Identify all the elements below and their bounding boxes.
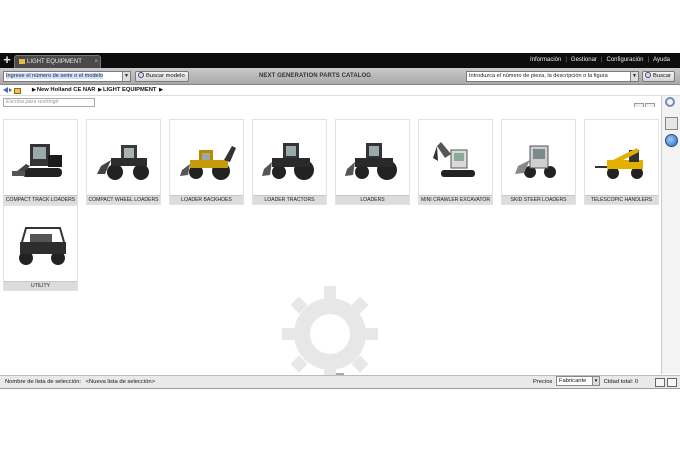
- mini-excavator-icon: [433, 142, 475, 177]
- price-info: Precios Fabricante ▼ Ctdad total: 0: [533, 376, 638, 389]
- side-tool-panel: [661, 96, 680, 374]
- breadcrumb-item-category[interactable]: LIGHT EQUIPMENT: [103, 87, 156, 93]
- tile-label: COMPACT TRACK LOADERS: [4, 195, 77, 204]
- menu-configuracion[interactable]: Configuración: [603, 57, 648, 63]
- search-icon[interactable]: [665, 97, 675, 107]
- tab-light-equipment[interactable]: LIGHT EQUIPMENT ×: [14, 55, 101, 68]
- folder-icon: [19, 59, 25, 64]
- total-quantity: Ctdad total: 0: [603, 379, 639, 385]
- tile-label: UTILITY: [4, 281, 77, 290]
- tile-telescopic-handlers[interactable]: TELESCOPIC HANDLERS: [584, 119, 659, 205]
- tile-compact-track-loaders[interactable]: COMPACT TRACK LOADERS: [3, 119, 78, 205]
- selection-list-info: Nombre de lista de selección: <Nueva lis…: [5, 376, 155, 389]
- compact-wheel-loader-icon: [97, 145, 149, 180]
- close-tab-icon[interactable]: ×: [94, 56, 98, 68]
- chevron-down-icon[interactable]: ▼: [122, 72, 130, 81]
- menu-ayuda[interactable]: Ayuda: [649, 57, 674, 63]
- tile-loader-tractors[interactable]: LOADER TRACTORS: [252, 119, 327, 205]
- selection-list-value[interactable]: <Nueva lista de selección>: [86, 379, 155, 385]
- breadcrumb-item-brand[interactable]: New Holland CE NAR: [37, 87, 96, 93]
- export-icon[interactable]: [655, 378, 665, 387]
- filter-placeholder: Escriba para restringir: [6, 99, 59, 105]
- tile-compact-wheel-loaders[interactable]: COMPACT WHEEL LOADERS: [86, 119, 161, 205]
- selection-list-label: Nombre de lista de selección:: [5, 379, 82, 385]
- tile-loader-backhoes[interactable]: LOADER BACKHOES: [169, 119, 244, 205]
- globe-icon[interactable]: [665, 134, 678, 147]
- tab-label: LIGHT EQUIPMENT: [27, 59, 82, 65]
- document-icon[interactable]: [665, 117, 678, 130]
- home-icon[interactable]: [14, 88, 21, 94]
- loader-backhoe-icon: [180, 146, 236, 180]
- catalog-title: NEXT GENERATION PARTS CATALOG: [258, 73, 372, 79]
- tile-utility[interactable]: UTILITY: [3, 205, 78, 291]
- window-icon[interactable]: [667, 378, 677, 387]
- prices-select[interactable]: Fabricante ▼: [555, 376, 600, 386]
- tile-label: LOADER TRACTORS: [253, 195, 326, 204]
- app-window: + LIGHT EQUIPMENT × Información | Gestiona…: [0, 0, 680, 450]
- search-toolbar: Ingrese el número de serie o el modelo ▼…: [0, 68, 680, 85]
- nav-controls: [3, 87, 21, 98]
- loader-icon: [345, 143, 397, 180]
- part-search-input[interactable]: Introduzca el número de pieza, la descri…: [466, 71, 639, 82]
- chevron-down-icon[interactable]: ▼: [630, 72, 638, 81]
- tile-mini-crawler-excavator[interactable]: MINI CRAWLER EXCAVATOR: [418, 119, 493, 205]
- loader-tractor-icon: [262, 143, 314, 180]
- breadcrumb-trail: ▶New Holland CE NAR ▶LIGHT EQUIPMENT ▶: [32, 87, 163, 93]
- tile-label: MINI CRAWLER EXCAVATOR: [419, 195, 492, 204]
- breadcrumb: ▶New Holland CE NAR ▶LIGHT EQUIPMENT ▶: [0, 85, 680, 96]
- tile-label: SKID STEER LOADERS: [502, 195, 575, 204]
- tile-label: LOADER BACKHOES: [170, 195, 243, 204]
- prices-label: Precios: [533, 379, 553, 385]
- tile-label: COMPACT WHEEL LOADERS: [87, 195, 160, 204]
- part-search-placeholder: Introduzca el número de pieza, la descri…: [469, 73, 608, 79]
- search-icon: [138, 72, 144, 78]
- compact-track-loader-icon: [12, 144, 62, 177]
- tile-label: LOADERS: [336, 195, 409, 204]
- search-button[interactable]: Buscar: [642, 71, 676, 82]
- search-model-label: Buscar modelo: [146, 73, 185, 79]
- tile-skid-steer-loaders[interactable]: SKID STEER LOADERS: [501, 119, 576, 205]
- serial-model-input[interactable]: Ingrese el número de serie o el modelo ▼: [3, 71, 131, 82]
- status-bar: Nombre de lista de selección: <Nueva lis…: [0, 375, 680, 389]
- new-tab-button[interactable]: +: [2, 53, 12, 68]
- menu-gestionar[interactable]: Gestionar: [567, 57, 601, 63]
- back-arrow-icon[interactable]: [3, 87, 8, 93]
- serial-model-value: Ingrese el número de serie o el modelo: [6, 73, 104, 79]
- search-model-button[interactable]: Buscar modelo: [135, 71, 189, 82]
- tile-label: TELESCOPIC HANDLERS: [585, 195, 658, 204]
- skid-steer-loader-icon: [515, 145, 556, 178]
- search-icon: [645, 72, 651, 78]
- top-menu-bar: + LIGHT EQUIPMENT × Información | Gestiona…: [0, 53, 680, 68]
- category-grid: COMPACT TRACK LOADERS COMPACT WHEEL LOAD…: [0, 107, 661, 382]
- forward-arrow-icon[interactable]: [9, 88, 12, 92]
- search-label: Buscar: [653, 73, 672, 79]
- tile-loaders[interactable]: LOADERS: [335, 119, 410, 205]
- utility-vehicle-icon: [19, 227, 66, 265]
- menu-informacion[interactable]: Información: [526, 57, 565, 63]
- telescopic-handler-icon: [595, 148, 643, 179]
- prices-value: Fabricante: [558, 378, 587, 384]
- main-menu: Información | Gestionar | Configuración | Ayud…: [526, 53, 674, 68]
- chevron-down-icon[interactable]: ▼: [591, 377, 599, 385]
- filter-input[interactable]: Escriba para restringir: [3, 98, 95, 107]
